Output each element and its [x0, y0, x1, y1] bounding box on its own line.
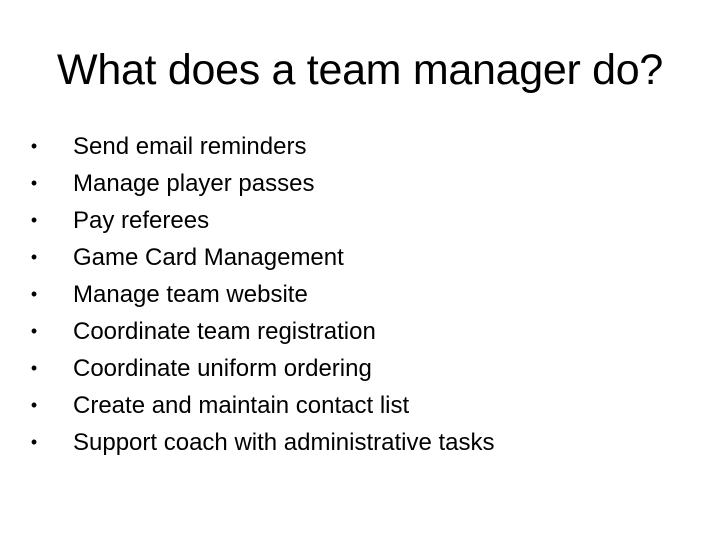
list-item-text: Manage player passes: [73, 170, 315, 197]
list-item-text: Coordinate uniform ordering: [73, 355, 372, 382]
bullet-icon: •: [30, 321, 38, 341]
list-item-text: Support coach with administrative tasks: [73, 429, 495, 456]
bullet-icon: •: [30, 247, 38, 267]
bullet-icon: •: [30, 432, 38, 452]
bullet-icon: •: [30, 284, 38, 304]
bullet-icon: •: [30, 395, 38, 415]
bullet-icon: •: [30, 210, 38, 230]
list-item-text: Create and maintain contact list: [73, 392, 410, 419]
list-item-text: Coordinate team registration: [73, 318, 376, 345]
bullet-icon: •: [30, 173, 38, 193]
list-item-text: Send email reminders: [73, 133, 307, 160]
list-item-text: Game Card Management: [73, 244, 344, 271]
list-item-text: Manage team website: [73, 281, 308, 308]
slide-title: What does a team manager do?: [57, 46, 663, 94]
bullet-icon: •: [30, 358, 38, 378]
bullet-icon: •: [30, 136, 38, 156]
list-item-text: Pay referees: [73, 207, 210, 234]
